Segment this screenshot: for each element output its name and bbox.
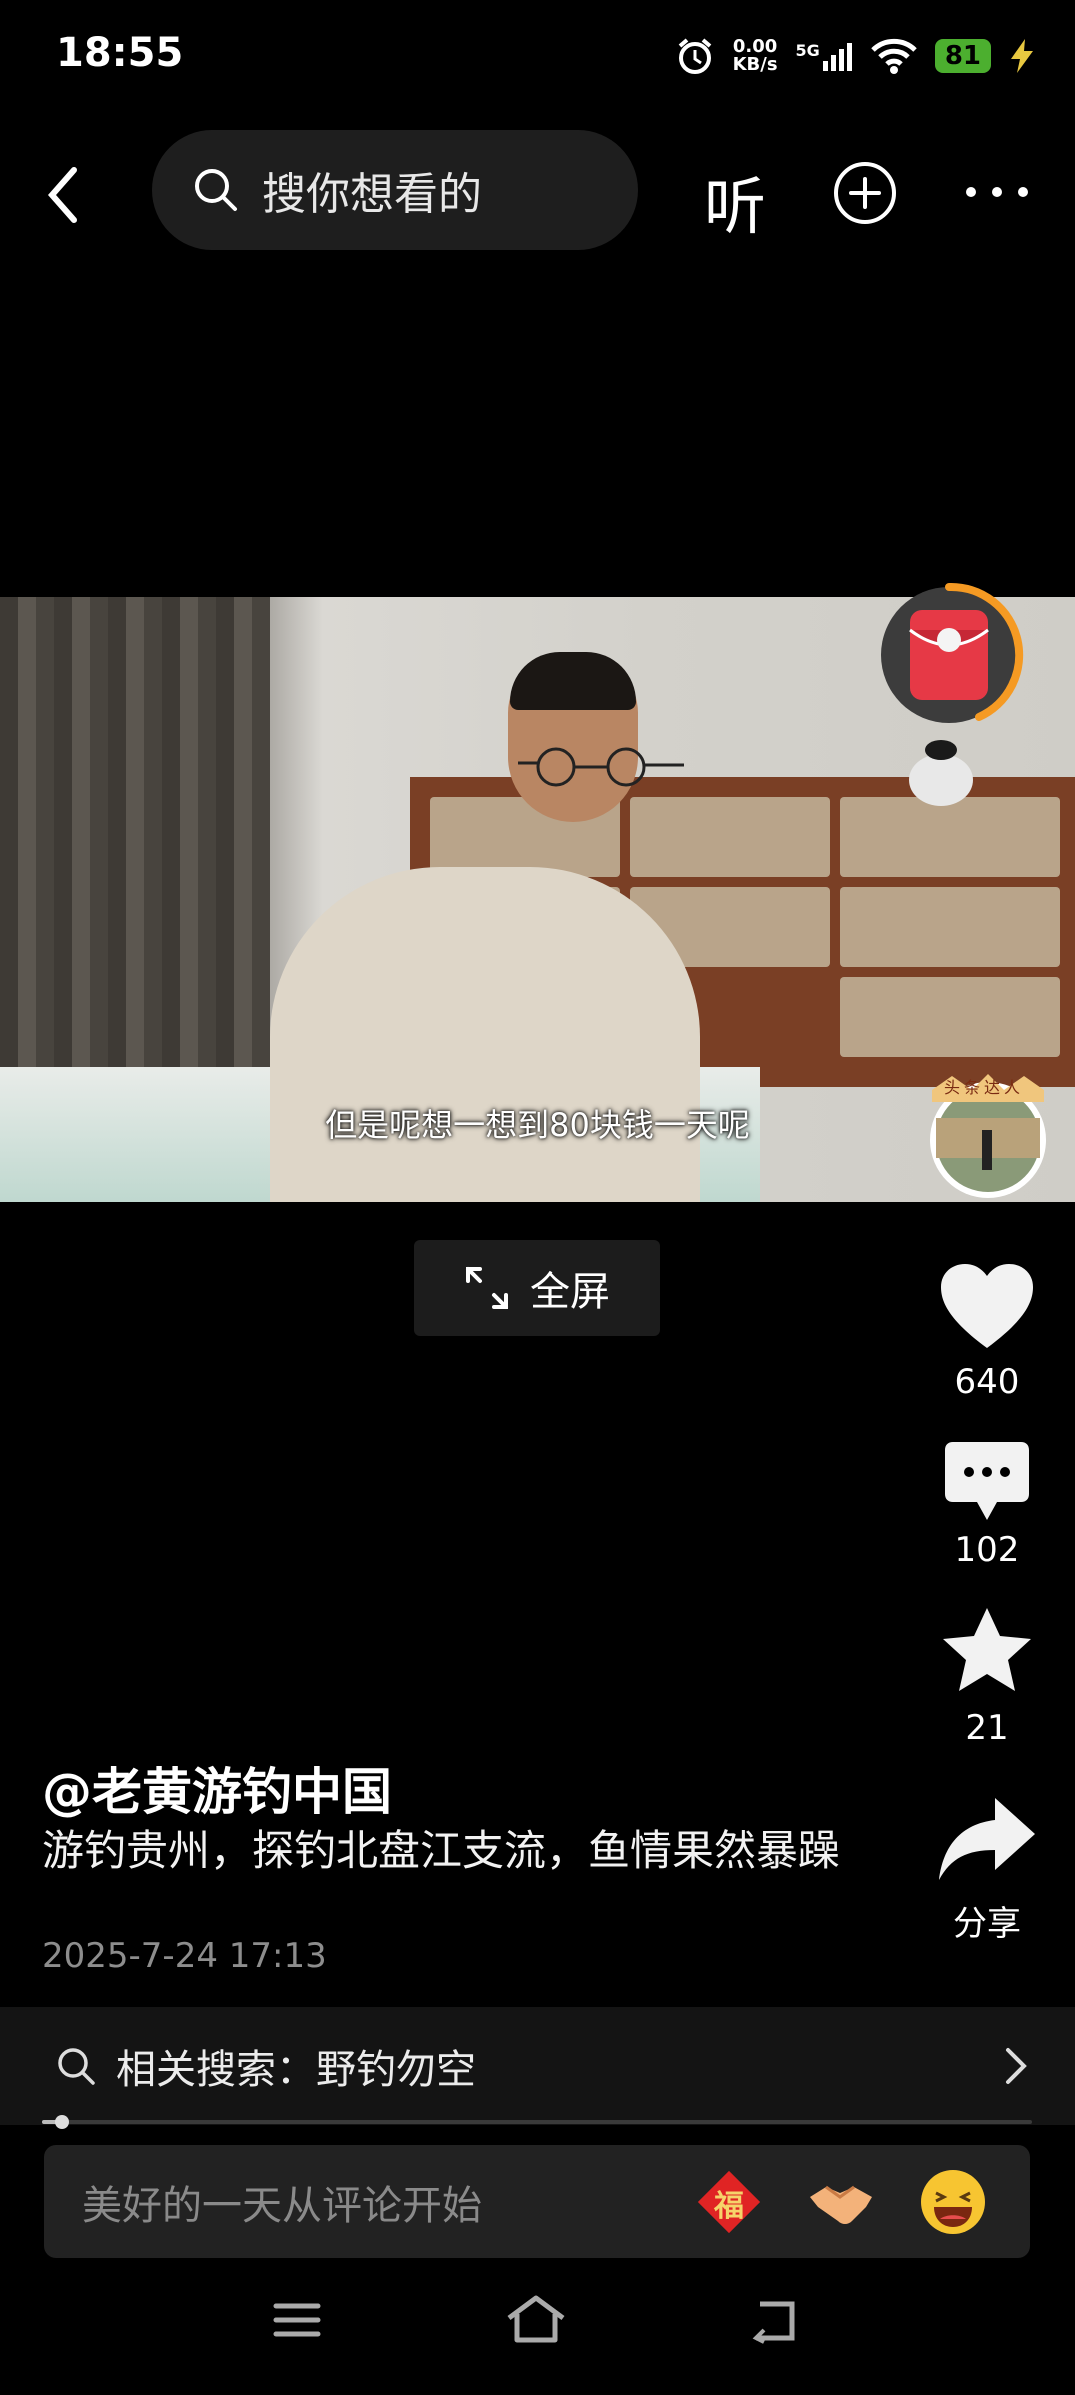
listen-button[interactable]: 听 xyxy=(704,156,766,246)
comment-input-bar[interactable]: 美好的一天从评论开始 福 xyxy=(44,2145,1030,2258)
back-icon[interactable] xyxy=(40,160,90,230)
expand-icon xyxy=(466,1267,508,1309)
video-person-hair xyxy=(510,652,636,710)
more-icon[interactable] xyxy=(965,180,1029,204)
comment-button[interactable]: 102 xyxy=(922,1440,1052,1570)
back-nav-icon[interactable] xyxy=(750,2300,804,2344)
video-subtitle: 但是呢想一想到80块钱一天呢 xyxy=(325,1106,750,1144)
battery-indicator: 81 xyxy=(934,39,991,73)
star-icon xyxy=(943,1608,1031,1691)
share-button[interactable]: 分享 xyxy=(922,1794,1052,1945)
share-arrow-icon xyxy=(939,1798,1035,1880)
menu-nav-icon[interactable] xyxy=(272,2300,322,2340)
talent-badge[interactable]: 头条达人 xyxy=(922,1060,1054,1200)
wifi-icon xyxy=(871,38,917,74)
share-label: 分享 xyxy=(953,1904,1021,1944)
fu-emoji-icon[interactable]: 福 xyxy=(694,2167,764,2237)
search-placeholder: 搜你想看的 xyxy=(262,169,482,220)
search-icon xyxy=(195,169,237,211)
like-count: 640 xyxy=(954,1362,1020,1402)
comment-placeholder: 美好的一天从评论开始 xyxy=(82,2182,482,2229)
related-search-bar[interactable]: 相关搜索：野钓勿空 xyxy=(0,2007,1075,2125)
chevron-right-icon xyxy=(1006,2048,1027,2084)
signal-icon: 5G xyxy=(796,41,853,71)
search-bar[interactable]: 搜你想看的 xyxy=(152,130,638,250)
red-packet-icon[interactable] xyxy=(874,580,1024,730)
fu-char: 福 xyxy=(714,2188,744,2224)
search-icon xyxy=(58,2048,95,2085)
laughing-emoji-icon[interactable] xyxy=(918,2167,988,2237)
favorite-button[interactable]: 21 xyxy=(922,1606,1052,1748)
comment-count: 102 xyxy=(954,1530,1020,1570)
comment-bubble-icon xyxy=(945,1442,1029,1520)
heart-icon xyxy=(941,1264,1033,1348)
video-progress-bar[interactable] xyxy=(42,2115,1032,2129)
add-icon[interactable] xyxy=(832,160,898,226)
home-nav-icon[interactable] xyxy=(505,2294,567,2344)
like-button[interactable]: 640 xyxy=(922,1262,1052,1402)
video-person-body xyxy=(270,867,700,1202)
post-date: 2025-7-24 17:13 xyxy=(42,1936,327,1976)
author-name[interactable]: @老黄游钓中国 xyxy=(42,1752,392,1824)
fullscreen-label: 全屏 xyxy=(530,1269,610,1315)
handshake-emoji-icon[interactable] xyxy=(806,2167,876,2237)
glasses-icon xyxy=(518,747,684,787)
fullscreen-button[interactable]: 全屏 xyxy=(414,1240,660,1336)
network-type: 5G xyxy=(795,41,820,60)
status-icons: 0.00 KB/s 5G 81 xyxy=(675,36,1035,76)
alarm-icon xyxy=(678,38,711,74)
charging-icon xyxy=(1011,39,1033,73)
favorite-count: 21 xyxy=(965,1708,1009,1748)
related-search-text: 相关搜索：野钓勿空 xyxy=(116,2047,476,2093)
talent-badge-text: 头条达人 xyxy=(944,1078,1025,1097)
post-description: 游钓贵州，探钓北盘江支流，鱼情果然暴躁 xyxy=(42,1826,841,1875)
progress-knob[interactable] xyxy=(54,2115,69,2129)
net-speed: 0.00 KB/s xyxy=(732,36,778,75)
decor-vase-icon xyxy=(909,740,973,806)
status-time: 18:55 xyxy=(56,30,184,76)
